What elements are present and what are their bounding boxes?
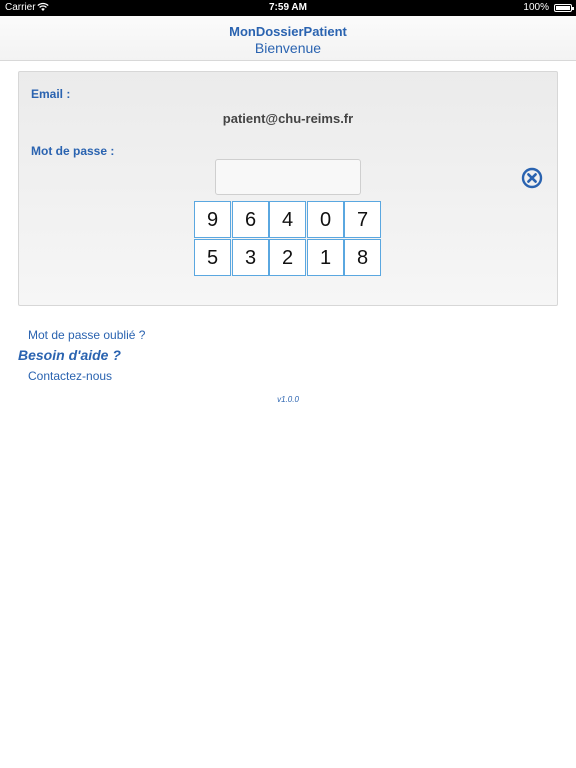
- forgot-password-link[interactable]: Mot de passe oublié ?: [28, 328, 145, 342]
- keypad-key[interactable]: 7: [344, 201, 381, 238]
- email-value: patient@chu-reims.fr: [222, 111, 354, 126]
- clear-password-icon[interactable]: [521, 167, 543, 189]
- keypad-key[interactable]: 5: [194, 239, 231, 276]
- password-field[interactable]: [215, 159, 361, 195]
- keypad-key[interactable]: 6: [232, 201, 269, 238]
- keypad-key[interactable]: 2: [269, 239, 306, 276]
- keypad-key[interactable]: 9: [194, 201, 231, 238]
- app-title: MonDossierPatient: [229, 24, 347, 39]
- password-label: Mot de passe :: [31, 144, 115, 158]
- battery-icon: [554, 4, 574, 12]
- keypad-key[interactable]: 3: [232, 239, 269, 276]
- login-panel: Email : patient@chu-reims.fr Mot de pass…: [18, 71, 558, 306]
- page-subtitle: Bienvenue: [254, 40, 322, 56]
- keypad-key[interactable]: 4: [269, 201, 306, 238]
- contact-link[interactable]: Contactez-nous: [28, 369, 112, 383]
- status-bar: Carrier 7:59 AM 100%: [0, 0, 576, 16]
- email-label: Email :: [31, 87, 71, 101]
- keypad-key[interactable]: 1: [307, 239, 344, 276]
- help-heading: Besoin d'aide ?: [18, 347, 121, 363]
- navigation-bar: MonDossierPatient Bienvenue: [0, 16, 576, 61]
- keypad-key[interactable]: 0: [307, 201, 344, 238]
- keypad-key[interactable]: 8: [344, 239, 381, 276]
- battery-percentage: 100%: [523, 2, 549, 13]
- clock: 7:59 AM: [269, 2, 307, 13]
- version-label: v1.0.0: [277, 395, 299, 404]
